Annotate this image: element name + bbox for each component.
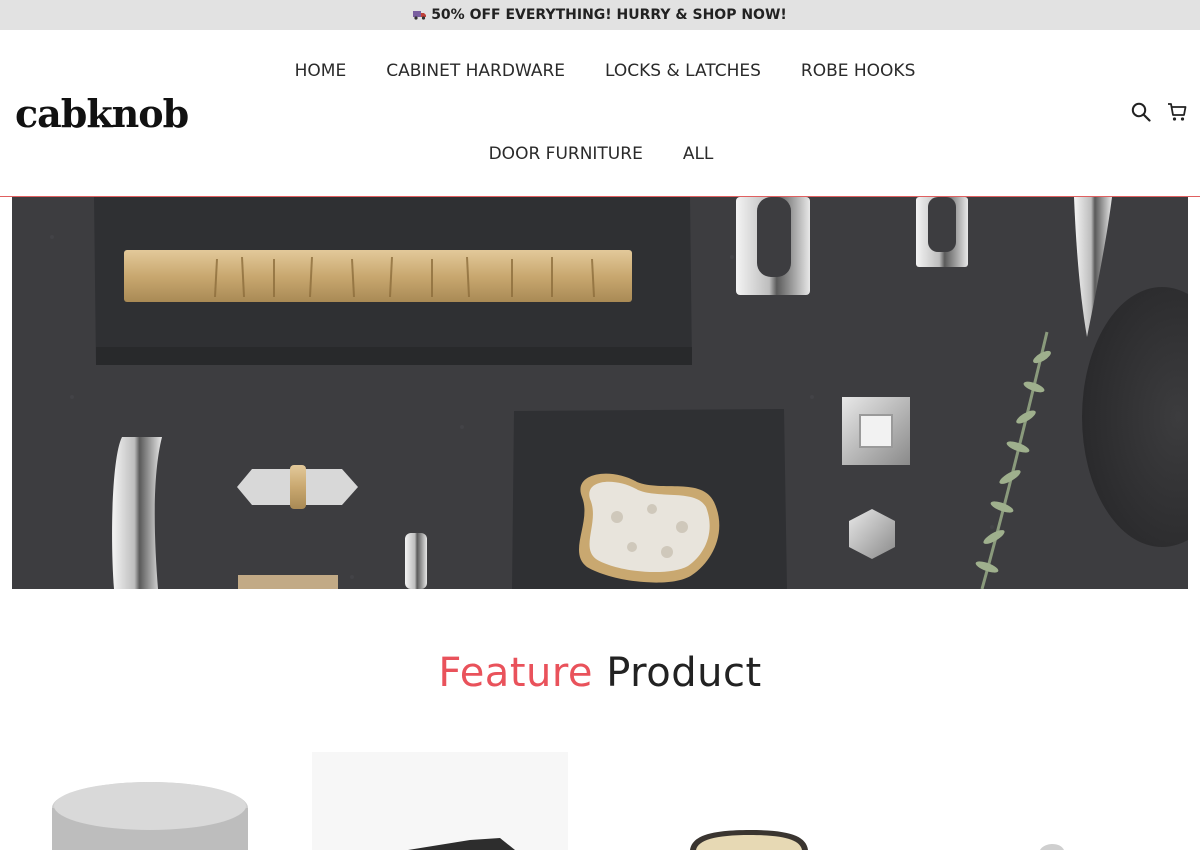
- product-card-3[interactable]: [690, 830, 808, 850]
- nav-item-robe-hooks[interactable]: ROBE HOOKS: [781, 58, 935, 84]
- nav-item-home[interactable]: HOME: [275, 58, 367, 84]
- cart-icon[interactable]: [1167, 102, 1187, 122]
- truck-icon: [413, 8, 427, 24]
- product-card-4[interactable]: [1040, 844, 1064, 850]
- nav-item-door-furniture[interactable]: DOOR FURNITURE: [469, 141, 663, 167]
- product-card-2[interactable]: [312, 752, 568, 850]
- header-icons: [1131, 102, 1187, 122]
- hardware-flatlay-image: [12, 197, 1188, 589]
- feature-product-heading: Feature Product: [0, 646, 1200, 700]
- nav-item-locks-latches[interactable]: LOCKS & LATCHES: [585, 58, 781, 84]
- nav-item-cabinet-hardware[interactable]: CABINET HARDWARE: [366, 58, 585, 84]
- hero-banner[interactable]: [12, 197, 1188, 589]
- product-grid: [0, 740, 1200, 850]
- feature-title-word-2: Product: [606, 650, 762, 696]
- main-nav-row-2: DOOR FURNITURE ALL: [0, 141, 1200, 167]
- product-card-1[interactable]: [52, 782, 248, 850]
- announcement-text: 50% OFF EVERYTHING! HURRY & SHOP NOW!: [431, 7, 787, 23]
- nav-item-all[interactable]: ALL: [663, 141, 734, 167]
- announcement-bar: 50% OFF EVERYTHING! HURRY & SHOP NOW!: [0, 0, 1200, 30]
- search-icon[interactable]: [1131, 102, 1151, 122]
- main-nav-row-1: HOME CABINET HARDWARE LOCKS & LATCHES RO…: [0, 58, 1200, 84]
- site-logo[interactable]: cabknob: [15, 90, 189, 138]
- feature-title-word-1: Feature: [438, 650, 594, 696]
- site-header: cabknob HOME CABINET HARDWARE LOCKS & LA…: [0, 30, 1200, 197]
